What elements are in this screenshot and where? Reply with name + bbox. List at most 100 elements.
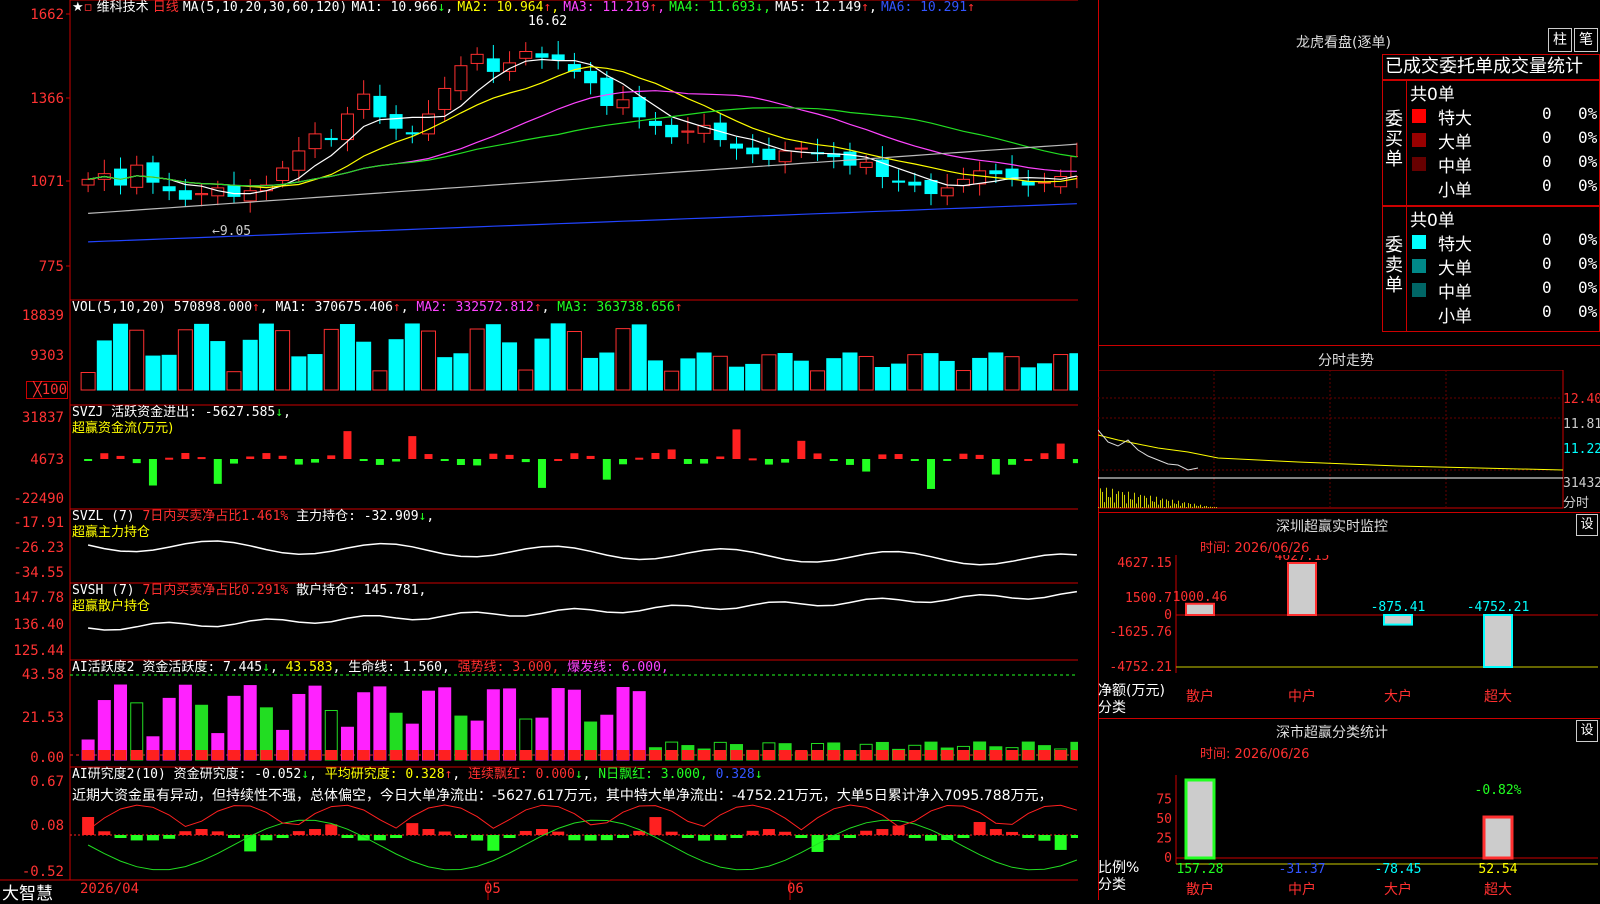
volume-bar [339, 324, 355, 391]
volume-bar [1020, 367, 1036, 391]
activity-base [584, 750, 597, 760]
activity-base [503, 750, 516, 760]
buy-side-label: 委买单 [1385, 109, 1403, 170]
volume-tick [1124, 494, 1125, 508]
fenshi-tick: 31432 [1563, 476, 1600, 491]
fund-flow-bar [100, 453, 109, 459]
volume-bar [485, 324, 501, 391]
fund-flow-bar [813, 453, 822, 459]
monitor-tick: 1500.7 [1125, 591, 1172, 606]
activity-base [179, 750, 192, 760]
volume-bar [210, 341, 226, 391]
month-06: 06 [787, 881, 804, 897]
volume-tick [1142, 507, 1143, 508]
fund-flow-bar [262, 453, 271, 459]
ma2: MA2: 10.964↑, [457, 0, 560, 15]
volume-tick [1098, 507, 1099, 508]
volume-bar [96, 340, 112, 391]
bar-mode-button[interactable]: 柱 [1548, 28, 1572, 52]
fund-flow-bar [392, 459, 401, 462]
research-bar [195, 829, 208, 835]
stock-name[interactable]: 维科技术 [97, 0, 149, 15]
research-bar [1006, 831, 1019, 835]
row-percent: 0% [1578, 302, 1598, 321]
period-label[interactable]: 日线 [153, 0, 179, 15]
monitor-bar [1383, 614, 1413, 626]
candle [989, 170, 1003, 175]
szcls-settings-button[interactable]: 设 [1576, 720, 1598, 742]
fund-flow-bar [667, 449, 676, 459]
research-bar [341, 835, 354, 838]
date-start: 2026/04 [80, 881, 140, 897]
volume-tick [1110, 497, 1111, 508]
fund-flow-bar [1040, 453, 1049, 459]
color-swatch [1412, 259, 1426, 273]
activity-bar [308, 685, 322, 761]
szmon-settings-button[interactable]: 设 [1576, 514, 1598, 536]
volume-tick [1210, 506, 1211, 508]
volume-bar [680, 358, 696, 391]
fund-flow-bar [1008, 459, 1017, 465]
class-value: 157.28 [1177, 862, 1224, 877]
candle [1070, 156, 1078, 178]
volume-tick [1214, 507, 1215, 508]
activity-base [422, 750, 435, 760]
fund-flow-bar [975, 454, 984, 459]
activity-base [649, 750, 662, 760]
fund-flow-bar [505, 454, 514, 459]
month-05: 05 [484, 881, 501, 897]
volume-tick [1144, 495, 1145, 508]
fenshi-title: 分时走势 [1318, 353, 1374, 369]
volume-bar [631, 324, 647, 391]
candle [454, 65, 468, 92]
activity-bar [438, 687, 452, 761]
volume-bar [955, 370, 971, 391]
volume-tick [1202, 507, 1203, 508]
color-swatch [1412, 181, 1426, 195]
volume-bar [113, 323, 129, 391]
activity-bar [486, 689, 500, 761]
svzj-tick: 31837 [21, 410, 64, 426]
activity-base [1054, 750, 1067, 760]
fenshi-tick: 11.81 [1563, 417, 1600, 432]
svsh-tick: 125.44 [13, 643, 64, 659]
volume-bar [664, 370, 680, 391]
research-bar [438, 831, 451, 835]
activity-base [471, 750, 484, 760]
volume-bar [712, 355, 728, 391]
volume-bar [939, 360, 955, 391]
vol-unit[interactable]: ╳100 [26, 381, 68, 399]
candle [438, 87, 452, 110]
fund-flow-bar [229, 459, 238, 464]
intraday-chart[interactable] [1098, 370, 1598, 510]
ma4: MA4: 11.693↓, [669, 0, 771, 15]
volume-bar [129, 329, 145, 391]
tick-mode-button[interactable]: 笔 [1574, 28, 1598, 52]
candle [973, 170, 987, 185]
research-bar [179, 831, 192, 835]
volume-tick [1156, 496, 1157, 508]
class-bar [1184, 778, 1216, 860]
activity-bar [422, 690, 436, 761]
ma-line [87, 58, 1078, 195]
color-swatch [1412, 283, 1426, 297]
volume-bar [469, 328, 485, 391]
research-bar [276, 835, 289, 838]
candle [648, 120, 662, 126]
lhb-tabs[interactable]: 已成交委托单成交量统计 [1382, 54, 1600, 80]
fund-flow-bar [862, 459, 871, 472]
volume-tick [1174, 503, 1175, 508]
activity-base [519, 750, 532, 760]
panel-frame [69, 0, 1078, 301]
row-percent: 0% [1578, 128, 1598, 147]
volume-tick [1134, 492, 1135, 508]
svzl-tick: -17.91 [13, 515, 64, 531]
activity-bar [373, 686, 387, 761]
volume-tick [1160, 500, 1161, 508]
row-percent: 0% [1578, 152, 1598, 171]
monitor-tick: -4752.21 [1109, 660, 1172, 675]
vol-tick: 9303 [30, 348, 64, 364]
volume-bar [453, 353, 469, 391]
row-value: 0 [1542, 302, 1552, 321]
kline-chart[interactable] [0, 0, 1078, 900]
